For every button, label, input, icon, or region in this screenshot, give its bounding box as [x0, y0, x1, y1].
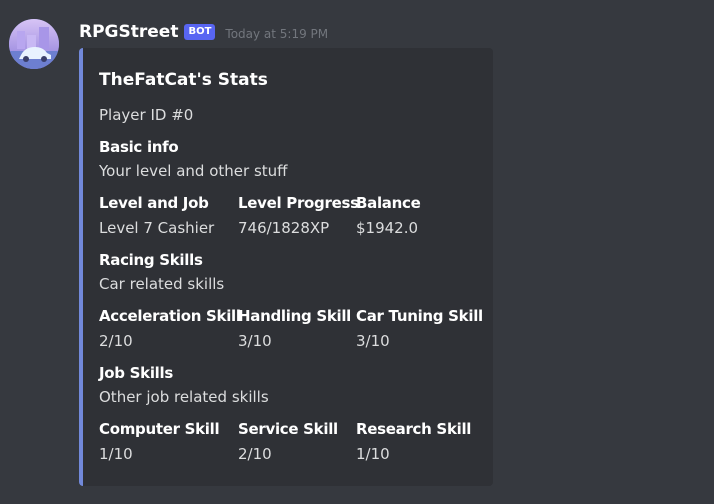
bot-badge: BOT	[184, 24, 216, 40]
field-name-job-skills: Job Skills	[99, 364, 173, 382]
bot-avatar[interactable]	[9, 19, 59, 69]
field-name-service: Service Skill	[238, 420, 338, 438]
message-header: RPGStreet BOT Today at 5:19 PM	[79, 20, 328, 44]
username[interactable]: RPGStreet	[79, 22, 178, 42]
field-name-research: Research Skill	[356, 420, 472, 438]
field-name-level-progress: Level Progress	[238, 194, 359, 212]
field-value-acceleration: 2/10	[99, 332, 133, 350]
field-value-job-skills: Other job related skills	[99, 388, 269, 406]
field-name-car-tuning: Car Tuning Skill	[356, 307, 483, 325]
field-value-level-job: Level 7 Cashier	[99, 219, 215, 237]
field-name-racing-skills: Racing Skills	[99, 251, 203, 269]
field-value-racing-skills: Car related skills	[99, 275, 225, 293]
car-avatar-icon	[9, 19, 59, 69]
field-name-level-job: Level and Job	[99, 194, 209, 212]
field-name-acceleration: Acceleration Skill	[99, 307, 241, 325]
field-value-research: 1/10	[356, 445, 390, 463]
embed-description: Player ID #0	[99, 106, 194, 124]
field-name-basic-info: Basic info	[99, 138, 179, 156]
field-value-balance: $1942.0	[356, 219, 419, 237]
field-name-computer: Computer Skill	[99, 420, 220, 438]
embed-title: TheFatCat's Stats	[99, 70, 268, 90]
stats-embed: TheFatCat's Stats Player ID #0 Basic inf…	[79, 48, 493, 486]
field-value-basic-info: Your level and other stuff	[99, 162, 288, 180]
timestamp[interactable]: Today at 5:19 PM	[225, 27, 328, 41]
field-value-car-tuning: 3/10	[356, 332, 390, 350]
field-value-handling: 3/10	[238, 332, 272, 350]
field-name-handling: Handling Skill	[238, 307, 352, 325]
field-name-balance: Balance	[356, 194, 421, 212]
field-value-level-progress: 746/1828XP	[238, 219, 330, 237]
field-value-service: 2/10	[238, 445, 272, 463]
bot-message: RPGStreet BOT Today at 5:19 PM TheFatCat…	[0, 0, 714, 504]
field-value-computer: 1/10	[99, 445, 133, 463]
